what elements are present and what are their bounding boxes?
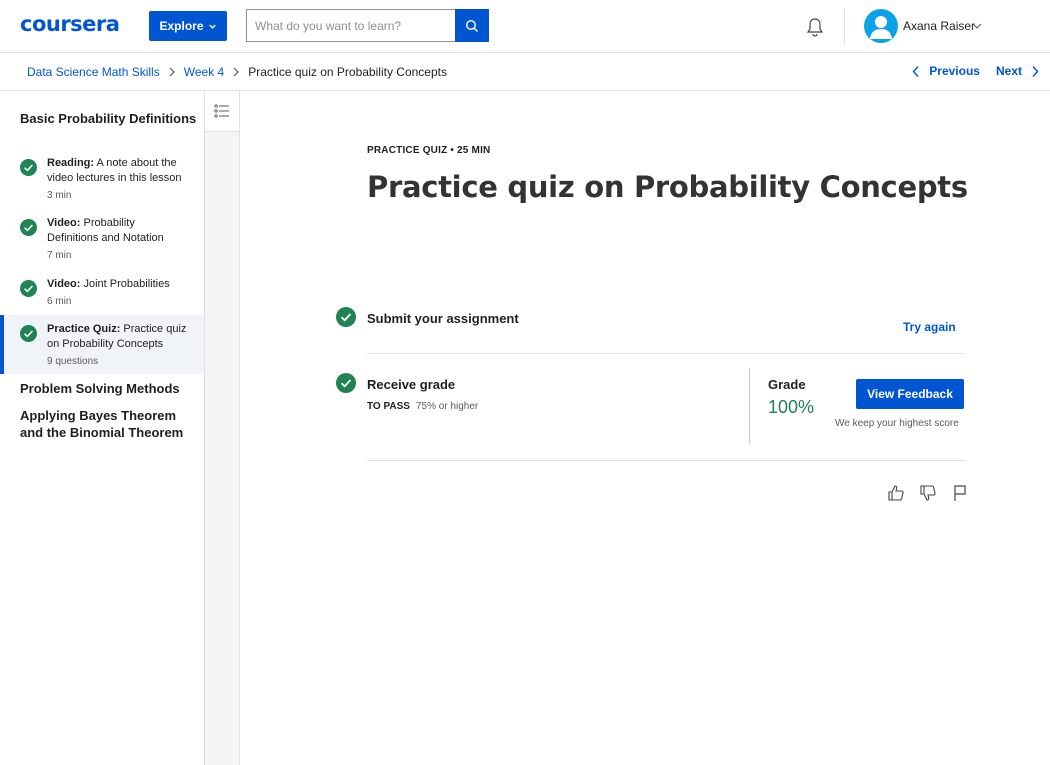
item-label: Joint Probabilities (83, 278, 170, 290)
list-icon (214, 104, 229, 118)
try-again-link[interactable]: Try again (903, 320, 956, 334)
completed-check-icon (20, 219, 37, 236)
receive-grade-title: Receive grade (367, 377, 456, 392)
previous-label: Previous (929, 64, 980, 78)
completed-check-icon (20, 159, 37, 176)
completed-check-icon (336, 373, 356, 393)
sidebar-item-reading[interactable]: Reading: A note about the video lectures… (0, 156, 204, 202)
next-label: Next (995, 64, 1022, 78)
item-meta: 9 questions (47, 356, 99, 367)
coursera-logo[interactable]: coursera (20, 12, 120, 36)
user-icon (870, 16, 892, 39)
to-pass-label: TO PASS (367, 401, 410, 412)
search-bar (246, 9, 489, 42)
previous-button[interactable]: Previous (911, 64, 980, 78)
notification-bell-icon[interactable] (804, 16, 826, 38)
user-name[interactable]: Axana Raiser (903, 19, 975, 33)
item-meta: 3 min (47, 190, 72, 201)
next-button[interactable]: Next (996, 64, 1040, 78)
item-type: Video: (47, 278, 81, 290)
toggle-outline-button[interactable] (205, 91, 239, 132)
search-icon (465, 19, 478, 32)
search-button[interactable] (455, 9, 489, 42)
sidebar-rail (205, 91, 240, 765)
explore-button[interactable]: Explore (149, 11, 227, 41)
view-feedback-button[interactable]: View Feedback (856, 379, 964, 409)
item-type: Practice Quiz: (47, 323, 121, 335)
item-meta: 7 min (47, 250, 72, 261)
breadcrumb: Data Science Math Skills Week 4 Practice… (27, 65, 447, 79)
page-title: Practice quiz on Probability Concepts (367, 170, 968, 204)
sidebar-item-text: Video: Joint Probabilities 6 min (47, 277, 187, 309)
flag-icon[interactable] (950, 483, 970, 503)
completed-check-icon (20, 325, 37, 342)
breadcrumb-week[interactable]: Week 4 (184, 65, 224, 79)
feedback-actions (886, 483, 970, 503)
completed-check-icon (336, 307, 356, 327)
sidebar-item-video[interactable]: Video: Probability Definitions and Notat… (0, 216, 204, 262)
submit-step-title: Submit your assignment (367, 311, 519, 326)
to-pass-requirement: TO PASS 75% or higher (367, 401, 478, 412)
item-type: Video: (47, 217, 81, 229)
sidebar-section-title[interactable]: Problem Solving Methods (20, 380, 200, 397)
chevron-right-icon (233, 67, 240, 77)
sidebar-item-text: Practice Quiz: Practice quiz on Probabil… (47, 322, 187, 369)
thumbs-down-icon[interactable] (918, 483, 938, 503)
breadcrumb-bar: Data Science Math Skills Week 4 Practice… (0, 53, 1050, 91)
breadcrumb-course[interactable]: Data Science Math Skills (27, 65, 160, 79)
explore-label: Explore (159, 19, 204, 33)
highest-score-note: We keep your highest score (835, 418, 959, 429)
top-header: coursera Explore Axana Raiser (0, 0, 1050, 53)
sidebar-item-text: Reading: A note about the video lectures… (47, 156, 187, 203)
grade-value: 100% (768, 397, 815, 417)
breadcrumb-current: Practice quiz on Probability Concepts (248, 65, 447, 79)
divider (367, 460, 965, 461)
thumbs-up-icon[interactable] (886, 483, 906, 503)
item-meta: 6 min (47, 296, 72, 307)
header-divider (844, 8, 845, 45)
sidebar-section-title[interactable]: Basic Probability Definitions (20, 110, 200, 127)
sidebar-item-text: Video: Probability Definitions and Notat… (47, 216, 187, 263)
to-pass-value: 75% or higher (415, 401, 479, 412)
sidebar-section-title[interactable]: Applying Bayes Theorem and the Binomial … (20, 407, 200, 441)
chevron-right-icon (169, 67, 175, 77)
divider (367, 353, 965, 354)
search-input[interactable] (246, 9, 455, 42)
item-type: Reading: (47, 157, 95, 169)
chevron-down-icon[interactable] (972, 22, 982, 30)
course-sidebar: Basic Probability Definitions Reading: A… (0, 91, 205, 765)
item-navigation: Previous Next (911, 64, 1040, 78)
chevron-down-icon (208, 24, 216, 29)
item-eyebrow: PRACTICE QUIZ • 25 MIN (367, 145, 491, 156)
chevron-right-icon (1032, 65, 1039, 77)
sidebar-item-video[interactable]: Video: Joint Probabilities 6 min (0, 277, 204, 307)
grade-divider (749, 368, 750, 444)
chevron-left-icon (912, 65, 919, 77)
avatar[interactable] (864, 9, 898, 43)
grade-label: Grade (768, 377, 806, 392)
completed-check-icon (20, 280, 37, 297)
sidebar-item-practice-quiz[interactable]: Practice Quiz: Practice quiz on Probabil… (0, 315, 204, 374)
